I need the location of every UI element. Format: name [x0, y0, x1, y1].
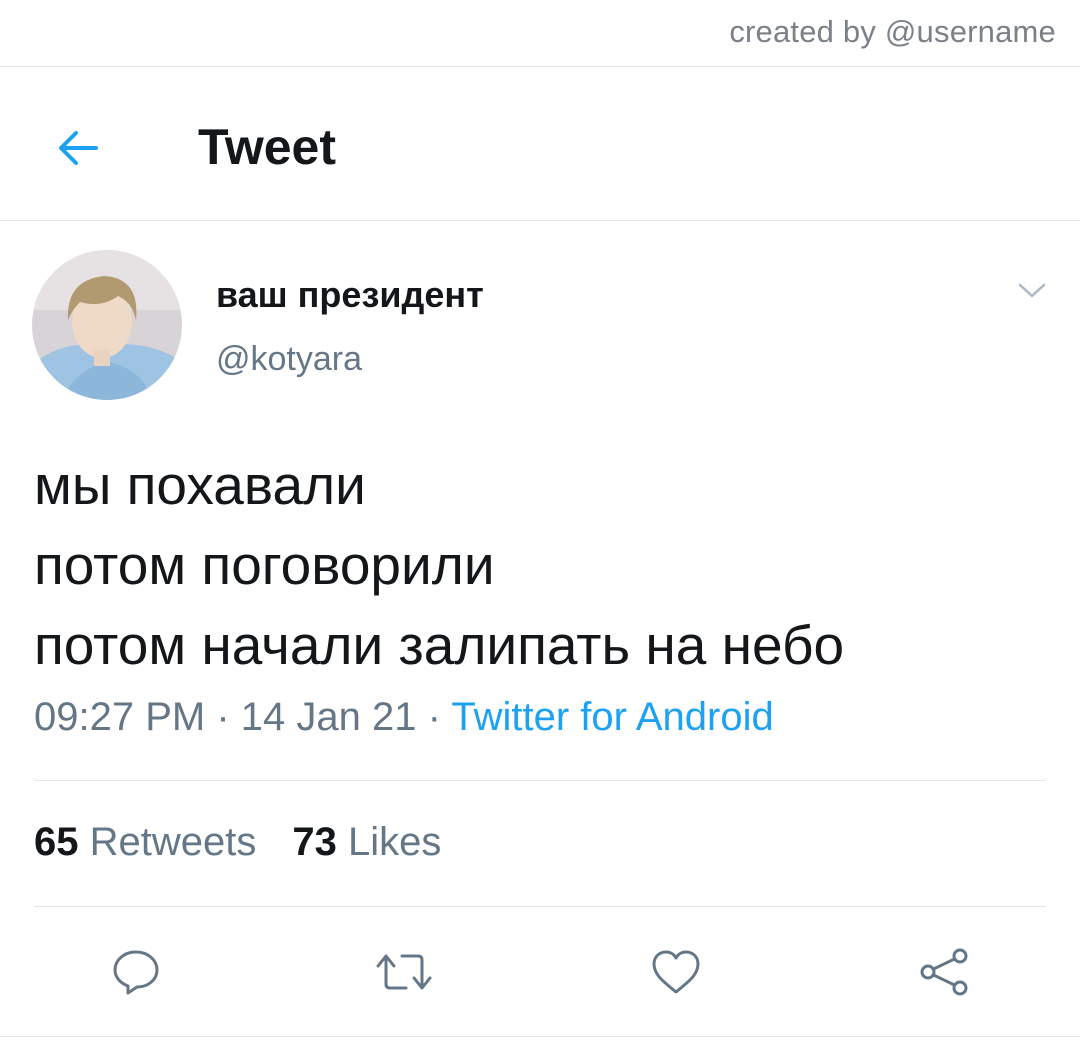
tweet-text-line: потом поговорили — [34, 534, 495, 596]
arrow-left-icon — [59, 131, 98, 165]
likes-stat[interactable]: 73 Likes — [292, 820, 441, 864]
back-button[interactable] — [50, 120, 106, 176]
tweet-text-line: потом начали залипать на небо — [34, 614, 845, 676]
tweet-source-link[interactable]: Twitter for Android — [451, 695, 773, 739]
tweet-time: 09:27 PM — [34, 695, 206, 739]
bottom-divider — [0, 1036, 1080, 1037]
reply-button[interactable] — [104, 940, 168, 1004]
like-button[interactable] — [644, 940, 708, 1004]
reply-icon — [113, 950, 159, 995]
share-icon — [920, 948, 968, 996]
avatar[interactable] — [32, 250, 182, 400]
stats-divider — [34, 906, 1046, 907]
header-divider — [0, 220, 1080, 221]
page-title: Tweet — [198, 119, 336, 175]
tweet-stats: 65 Retweets 73 Likes — [34, 820, 441, 865]
share-button[interactable] — [912, 940, 976, 1004]
tweet-options-button[interactable] — [1010, 274, 1054, 308]
meta-separator: · — [216, 695, 230, 739]
likes-label: Likes — [348, 820, 442, 864]
retweet-button[interactable] — [372, 940, 436, 1004]
retweets-label: Retweets — [89, 820, 257, 864]
tweet-date: 14 Jan 21 — [240, 695, 417, 739]
likes-count: 73 — [292, 820, 337, 864]
meta-divider — [34, 780, 1046, 781]
top-divider — [0, 66, 1080, 67]
user-handle[interactable]: @kotyara — [216, 340, 362, 379]
tweet-meta: 09:27 PM · 14 Jan 21 · Twitter for Andro… — [34, 695, 774, 740]
retweets-stat[interactable]: 65 Retweets — [34, 820, 256, 864]
display-name[interactable]: ваш президент — [216, 274, 484, 316]
retweet-icon — [376, 954, 432, 990]
tweet-text: мы похавали потом поговорили потом начал… — [34, 445, 844, 685]
profile-photo — [32, 250, 182, 400]
retweets-count: 65 — [34, 820, 79, 864]
tweet-text-line: мы похавали — [34, 454, 366, 516]
meta-separator: · — [427, 695, 441, 739]
chevron-down-icon — [1018, 283, 1046, 298]
heart-icon — [652, 950, 700, 994]
watermark-text: created by @username — [729, 14, 1056, 49]
